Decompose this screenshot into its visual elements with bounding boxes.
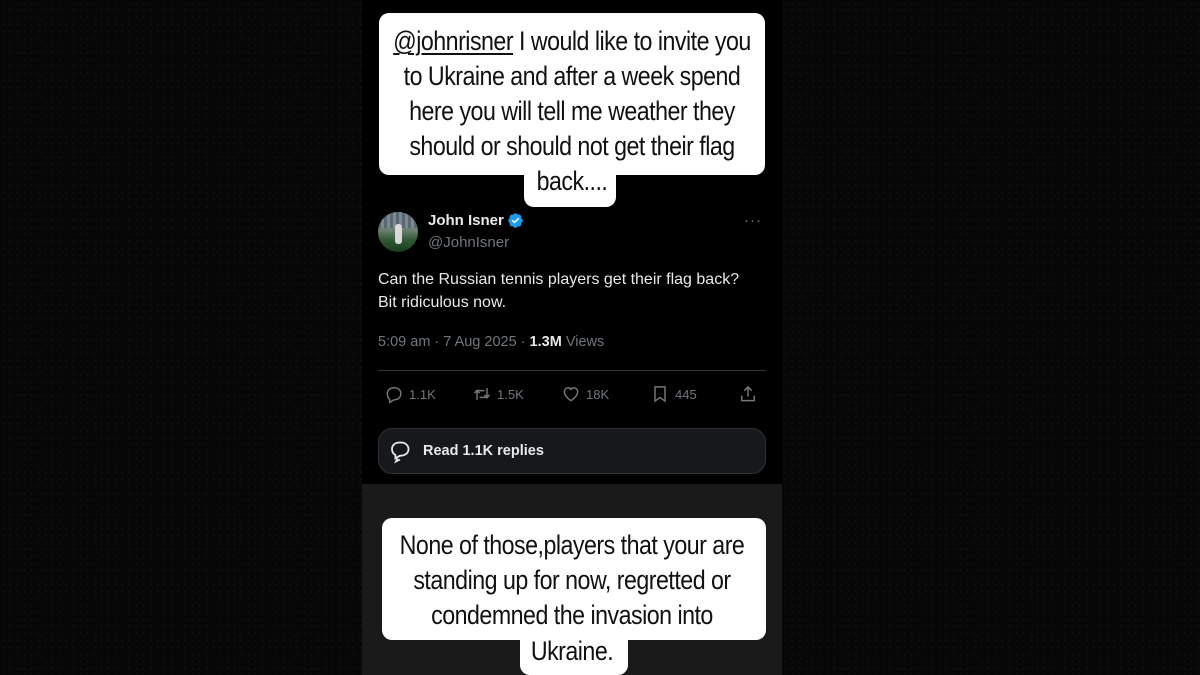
story-screenshot: @johnrisner I would like to invite you t… [0, 0, 1200, 675]
top-caption-line-1-text: I would like to invite you [513, 26, 751, 56]
mention-link[interactable]: @johnrisner [393, 26, 513, 56]
read-replies-button[interactable]: Read 1.1K replies [378, 428, 766, 474]
top-caption-line-1: @johnrisner I would like to invite you [391, 24, 752, 59]
tweet-meta: 5:09 am · 7 Aug 2025 · 1.3M Views [378, 334, 604, 350]
share-button[interactable] [738, 384, 763, 404]
bookmark-button[interactable]: 445 [650, 384, 697, 404]
share-icon [741, 385, 755, 402]
bookmark-count: 445 [675, 386, 697, 402]
reply-icon [386, 387, 402, 404]
like-icon [563, 386, 579, 402]
author-name[interactable]: John Isner [428, 212, 504, 229]
like-count: 18K [586, 386, 610, 402]
tweet-timestamp[interactable]: 5:09 am · 7 Aug 2025 · [378, 334, 530, 350]
avatar[interactable] [378, 212, 418, 252]
avatar-player [395, 224, 402, 244]
action-bar: 1.1K 1.5K 18K 445 [378, 384, 766, 408]
repost-count: 1.5K [497, 386, 524, 402]
top-caption-line-5: back.... [536, 166, 608, 196]
views-label: Views [561, 334, 605, 350]
reply-button[interactable]: 1.1K [384, 384, 436, 404]
bottom-caption-line-4: Ukraine. [530, 636, 614, 666]
chat-bubbles-icon [391, 441, 410, 464]
bottom-caption-line-2: standing up for now, regretted or [413, 565, 731, 595]
bottom-caption: None of those,players that your are stan… [362, 510, 782, 675]
reply-count: 1.1K [409, 386, 436, 402]
story-frame: @johnrisner I would like to invite you t… [362, 0, 782, 675]
top-caption-line-2: to Ukraine and after a week spend [403, 61, 741, 91]
read-replies-label: Read 1.1K replies [423, 443, 544, 459]
top-caption-line-3: here you will tell me weather they [409, 96, 735, 126]
repost-button[interactable]: 1.5K [472, 384, 524, 404]
author-row: John Isner [428, 212, 524, 229]
bottom-caption-line-1: None of those,players that your are [399, 530, 745, 560]
top-caption-line-4: should or should not get their flag [409, 131, 735, 161]
bookmark-icon [654, 386, 666, 403]
author-handle[interactable]: @JohnIsner [428, 234, 509, 251]
left-backdrop [0, 0, 362, 675]
like-button[interactable]: 18K [561, 384, 609, 404]
verified-badge-icon [508, 213, 523, 228]
top-caption: @johnrisner I would like to invite you t… [362, 0, 782, 210]
bottom-caption-line-3: condemned the invasion into [431, 600, 713, 630]
right-backdrop [782, 0, 1200, 675]
repost-icon [473, 388, 491, 400]
more-icon[interactable]: ··· [744, 212, 762, 229]
views-count: 1.3M [529, 334, 562, 350]
tweet-text: Can the Russian tennis players get their… [378, 271, 740, 311]
divider [378, 370, 766, 371]
